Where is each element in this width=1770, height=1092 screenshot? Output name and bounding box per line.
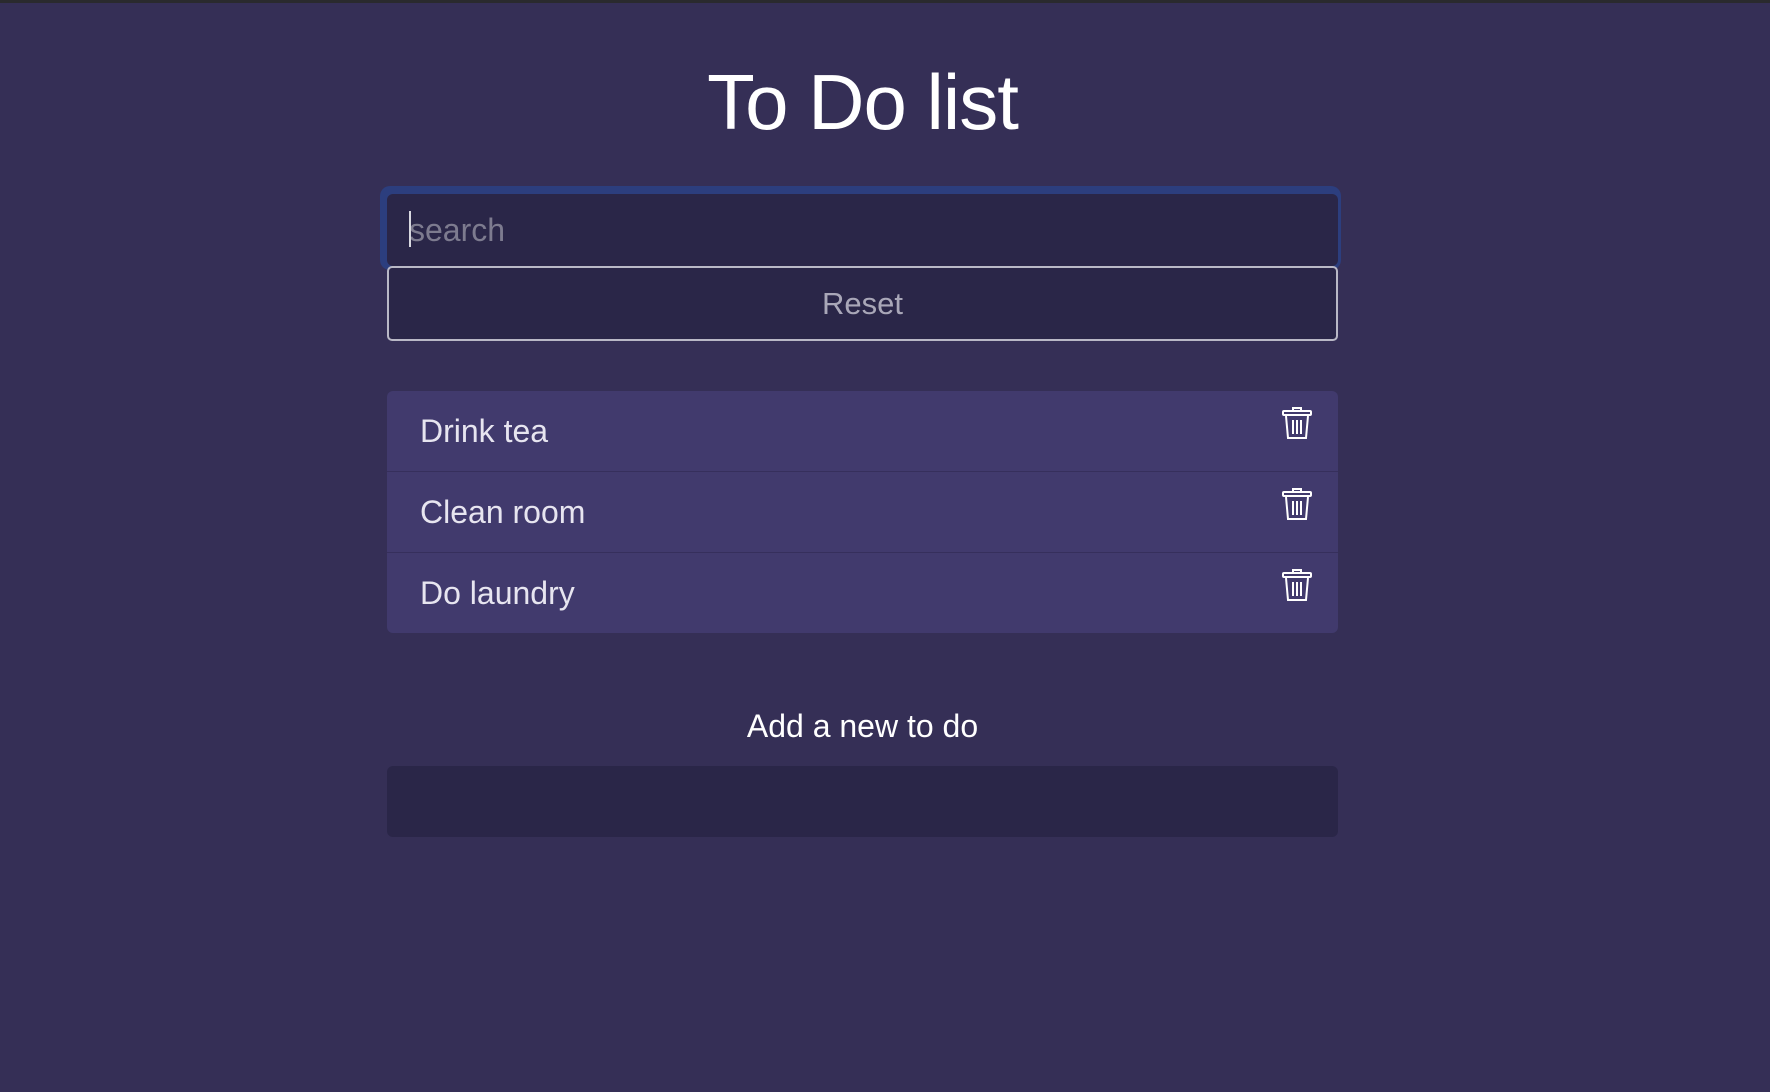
todo-list: Drink tea Clean room Do laundry — [387, 391, 1338, 633]
trash-icon[interactable] — [1282, 568, 1312, 602]
todo-text: Clean room — [420, 494, 586, 530]
page-title: To Do list — [707, 58, 1019, 146]
list-item: Drink tea — [387, 391, 1338, 471]
add-todo-input[interactable] — [387, 766, 1338, 837]
list-item: Do laundry — [387, 552, 1338, 633]
add-todo-label: Add a new to do — [746, 708, 979, 744]
trash-icon[interactable] — [1282, 487, 1312, 521]
window-top-edge — [0, 0, 1770, 3]
text-caret — [409, 211, 411, 247]
trash-icon[interactable] — [1282, 406, 1312, 440]
todo-text: Drink tea — [420, 413, 549, 449]
list-item: Clean room — [387, 471, 1338, 552]
search-input[interactable] — [387, 194, 1338, 266]
reset-button[interactable]: Reset — [387, 266, 1338, 341]
todo-text: Do laundry — [420, 575, 575, 611]
